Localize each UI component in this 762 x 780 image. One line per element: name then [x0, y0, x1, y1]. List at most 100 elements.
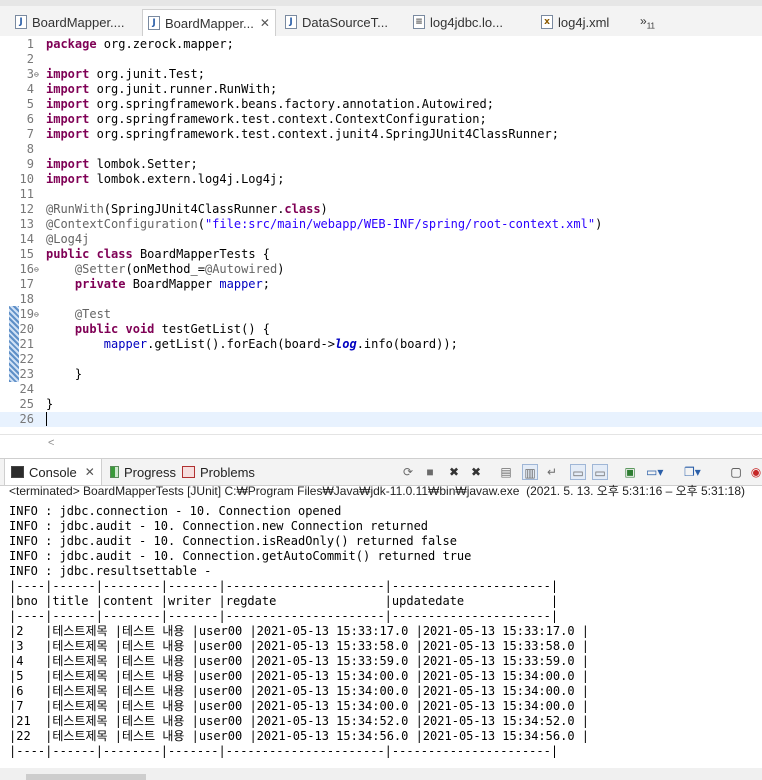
editor-tab-boardmapper-1[interactable]: J BoardMapper....	[10, 8, 138, 36]
code-line[interactable]: 26	[0, 412, 762, 427]
code-line[interactable]: 20 public void testGetList() {	[0, 322, 762, 337]
close-icon[interactable]: ✕	[260, 16, 270, 30]
console-output[interactable]: INFO : jdbc.connection - 10. Connection …	[9, 499, 762, 769]
code-line[interactable]: 3 ⊖ import org.junit.Test;	[0, 67, 762, 82]
editor-tab-log4j-xml[interactable]: x log4j.xml	[536, 8, 636, 36]
code-line[interactable]: 22	[0, 352, 762, 367]
tab-progress[interactable]: Progress	[104, 459, 176, 485]
java-file-icon: J	[148, 16, 160, 30]
editor-horizontal-scrollbar[interactable]: <	[0, 434, 762, 453]
remove-all-icon[interactable]: ✖	[468, 464, 484, 480]
code-token: )	[595, 217, 603, 231]
code-token: org.junit.Test;	[89, 67, 205, 81]
code-text: public void testGetList() {	[46, 322, 270, 337]
code-line[interactable]: 2	[0, 52, 762, 67]
scroll-left-icon[interactable]: <	[48, 437, 54, 449]
code-token: org.junit.runner.RunWith;	[89, 82, 278, 96]
console-icon	[11, 466, 24, 478]
editor-tab-boardmapper-2[interactable]: J BoardMapper... ✕	[142, 9, 276, 37]
java-file-icon: J	[15, 15, 27, 29]
tab-problems-label: Problems	[200, 464, 255, 480]
word-wrap-icon[interactable]: ↵	[544, 464, 560, 480]
code-line[interactable]: 24	[0, 382, 762, 397]
scroll-lock-icon[interactable]: ▥	[522, 464, 538, 480]
code-line[interactable]: 12 @RunWith(SpringJUnit4ClassRunner.class…	[0, 202, 762, 217]
code-line[interactable]: 1 package org.zerock.mapper;	[0, 37, 762, 52]
code-line[interactable]: 18	[0, 292, 762, 307]
code-text: @ContextConfiguration("file:src/main/web…	[46, 217, 602, 232]
display-console-icon[interactable]: ▭▾	[646, 464, 663, 480]
code-line[interactable]: 9 import lombok.Setter;	[0, 157, 762, 172]
editor-tab-datasource[interactable]: J DataSourceT...	[280, 8, 400, 36]
line-number: 26	[19, 412, 34, 426]
line-number: 19	[19, 307, 34, 321]
tab-problems[interactable]: Problems	[176, 459, 256, 485]
code-line[interactable]: 8	[0, 142, 762, 157]
fold-toggle-icon[interactable]: ⊖	[34, 262, 39, 277]
line-number: 21	[19, 337, 34, 351]
code-line[interactable]: 4 import org.junit.runner.RunWith;	[0, 82, 762, 97]
code-line[interactable]: 14 @Log4j	[0, 232, 762, 247]
code-token: class	[96, 247, 133, 261]
fold-toggle-icon[interactable]: ⊖	[34, 67, 39, 82]
console-line: INFO : jdbc.audit - 10. Connection.getAu…	[9, 549, 472, 563]
code-token: @Setter	[74, 262, 126, 276]
remove-launch-icon[interactable]: ⟳	[400, 464, 416, 480]
terminate-icon[interactable]: ■	[422, 464, 438, 480]
code-line[interactable]: 23 }	[0, 367, 762, 382]
code-token: public	[74, 322, 119, 336]
remove-icon[interactable]: ✖	[446, 464, 462, 480]
minimize-icon[interactable]: ▢	[728, 464, 744, 480]
open-console-icon[interactable]: ❐▾	[684, 464, 701, 480]
tab-console[interactable]: Console ✕	[4, 459, 102, 485]
code-token: }	[46, 397, 54, 411]
line-number: 9	[26, 157, 34, 171]
console-line: |2 |테스트제목 |테스트 내용 |user00 |2021-05-13 15…	[9, 624, 590, 638]
code-line[interactable]: 21 mapper.getList().forEach(board->log.i…	[0, 337, 762, 352]
code-token: package	[46, 37, 97, 51]
code-line[interactable]: 17 private BoardMapper mapper;	[0, 277, 762, 292]
code-token: import	[46, 67, 90, 81]
code-text: import lombok.extern.log4j.Log4j;	[46, 172, 284, 187]
code-line[interactable]: 15 public class BoardMapperTests {	[0, 247, 762, 262]
show-on-stderr-icon[interactable]: ▭	[592, 464, 608, 480]
code-line[interactable]: 10 import lombok.extern.log4j.Log4j;	[0, 172, 762, 187]
code-token: .getList().forEach(board->	[147, 337, 335, 351]
code-token: BoardMapper	[125, 277, 220, 291]
maximize-icon[interactable]: ◉	[748, 464, 762, 480]
line-number: 16	[19, 262, 34, 276]
code-text: import org.springframework.beans.factory…	[46, 97, 494, 112]
code-line[interactable]: 13 @ContextConfiguration("file:src/main/w…	[0, 217, 762, 232]
show-on-stdout-icon[interactable]: ▭	[570, 464, 586, 480]
code-token: import	[46, 157, 90, 171]
code-line[interactable]: 25}	[0, 397, 762, 412]
console-line: |4 |테스트제목 |테스트 내용 |user00 |2021-05-13 15…	[9, 654, 590, 668]
code-text: @Log4j	[46, 232, 89, 247]
tab-progress-label: Progress	[123, 464, 176, 480]
line-number: 8	[26, 142, 34, 156]
pin-console-icon[interactable]: ▣	[622, 464, 638, 480]
line-number: 6	[26, 112, 34, 126]
line-number: 20	[19, 322, 34, 336]
tab-overflow-button[interactable]: »11	[640, 14, 655, 30]
code-text: @Setter(onMethod_=@Autowired)	[46, 262, 285, 277]
java-code-editor[interactable]: 1 package org.zerock.mapper; 2 3 ⊖ import org…	[0, 36, 762, 434]
line-number: 14	[19, 232, 34, 246]
code-line[interactable]: 6 import org.springframework.test.context…	[0, 112, 762, 127]
close-icon[interactable]: ✕	[85, 465, 95, 479]
code-line[interactable]: 5 import org.springframework.beans.factor…	[0, 97, 762, 112]
editor-tab-log4jdbc[interactable]: ≡ log4jdbc.lo...	[408, 8, 528, 36]
code-text	[46, 412, 47, 427]
code-line[interactable]: 19 ⊖ @Test	[0, 307, 762, 322]
code-line[interactable]: 16 ⊖ @Setter(onMethod_=@Autowired)	[0, 262, 762, 277]
code-line[interactable]: 7 import org.springframework.test.context…	[0, 127, 762, 142]
scrollbar-thumb[interactable]	[26, 774, 146, 780]
clear-console-icon[interactable]: ▤	[498, 464, 514, 480]
fold-toggle-icon[interactable]: ⊖	[34, 307, 39, 322]
tab-label: DataSourceT...	[302, 14, 388, 30]
code-line[interactable]: 11	[0, 187, 762, 202]
text-file-icon: ≡	[413, 15, 425, 29]
console-horizontal-scrollbar[interactable]	[0, 768, 762, 780]
